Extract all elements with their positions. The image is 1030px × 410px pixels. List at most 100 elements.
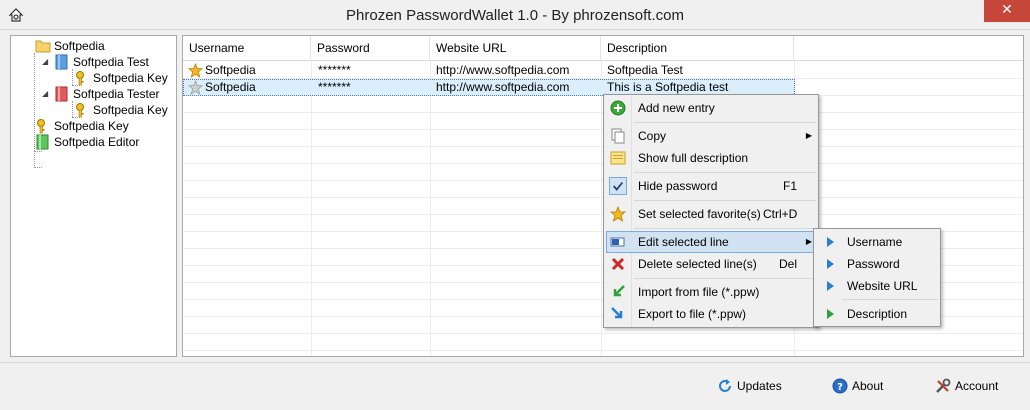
tree-connector bbox=[72, 69, 73, 85]
favorite-star-icon[interactable] bbox=[188, 80, 203, 95]
table-row[interactable]: Softpedia ******* http://www.softpedia.c… bbox=[183, 62, 795, 79]
tree-item-label: Softpedia Key bbox=[54, 119, 129, 133]
menu-separator bbox=[634, 122, 816, 123]
column-header-website-url[interactable]: Website URL bbox=[430, 36, 601, 61]
tree-connector bbox=[72, 101, 73, 117]
menu-item-label: Username bbox=[847, 235, 903, 249]
menu-edit-selected-line[interactable]: Edit selected line ▶ bbox=[606, 231, 818, 253]
import-icon bbox=[613, 285, 625, 297]
submenu-edit-username[interactable]: Username bbox=[816, 231, 940, 253]
menu-item-label: Description bbox=[847, 307, 908, 321]
column-header-description[interactable]: Description bbox=[601, 36, 794, 61]
menu-export-to-file[interactable]: Export to file (*.ppw) bbox=[606, 303, 818, 325]
favorite-star-icon[interactable] bbox=[188, 63, 203, 78]
cell-password: ******* bbox=[318, 80, 351, 94]
menu-item-label: Copy bbox=[638, 129, 667, 143]
submenu-arrow-icon: ▶ bbox=[805, 237, 812, 246]
account-label: Account bbox=[955, 379, 999, 393]
menu-shortcut: Ctrl+D bbox=[763, 207, 798, 221]
tree-item-label: Softpedia Tester bbox=[73, 87, 160, 101]
menu-copy[interactable]: Copy ▶ bbox=[606, 125, 818, 147]
updates-label: Updates bbox=[737, 379, 782, 393]
menu-delete-selected-lines[interactable]: Delete selected line(s) Del bbox=[606, 253, 818, 275]
grid-column-line bbox=[601, 61, 602, 356]
tree-connector bbox=[34, 167, 42, 168]
checked-state bbox=[609, 177, 627, 195]
key-icon bbox=[76, 71, 84, 86]
menu-item-label: Import from file (*.ppw) bbox=[638, 285, 760, 299]
menu-item-label: Password bbox=[847, 257, 900, 271]
export-icon bbox=[611, 307, 623, 319]
submenu-edit-password[interactable]: Password bbox=[816, 253, 940, 275]
edit-icon bbox=[610, 237, 625, 247]
menu-add-new-entry[interactable]: Add new entry bbox=[606, 97, 818, 119]
menu-item-label: Edit selected line bbox=[638, 235, 729, 249]
grid-header: Username Password Website URL Descriptio… bbox=[183, 36, 1023, 61]
window-title: Phrozen PasswordWallet 1.0 - By phrozens… bbox=[346, 7, 684, 24]
help-icon: ? bbox=[832, 378, 848, 394]
submenu-edit-website-url[interactable]: Website URL bbox=[816, 275, 940, 297]
grid-column-line bbox=[430, 61, 431, 356]
arrow-right-green-icon bbox=[827, 309, 834, 319]
menu-separator bbox=[634, 228, 816, 229]
tools-icon bbox=[936, 378, 951, 393]
tree-item-label: Softpedia Key bbox=[93, 103, 168, 117]
about-label: About bbox=[852, 379, 884, 393]
svg-text:?: ? bbox=[837, 382, 843, 393]
close-button[interactable]: ✕ bbox=[984, 0, 1030, 22]
grid-column-line bbox=[311, 61, 312, 356]
cell-url: http://www.softpedia.com bbox=[436, 80, 570, 94]
copy-icon bbox=[611, 128, 625, 144]
folder-red-icon bbox=[55, 86, 68, 102]
bottom-toolbar: Updates ? About Account bbox=[0, 362, 1030, 410]
edit-line-submenu: Username Password Website URL Descriptio… bbox=[813, 228, 941, 327]
column-header-username[interactable]: Username bbox=[183, 36, 311, 61]
delete-icon bbox=[611, 257, 625, 271]
star-icon bbox=[610, 206, 626, 222]
collapse-toggle-icon[interactable]: ◢ bbox=[42, 58, 50, 66]
arrow-right-icon bbox=[827, 237, 834, 247]
check-icon bbox=[612, 181, 624, 191]
cell-username: Softpedia bbox=[205, 63, 256, 77]
cell-password: ******* bbox=[318, 63, 351, 77]
key-icon bbox=[76, 103, 84, 118]
tree-item-label: Softpedia Editor bbox=[54, 135, 140, 149]
menu-item-label: Website URL bbox=[847, 279, 918, 293]
folder-green-icon bbox=[36, 134, 49, 150]
tree-connector bbox=[34, 151, 42, 152]
menu-hide-password[interactable]: Hide password F1 bbox=[606, 175, 818, 197]
tree-connector bbox=[34, 151, 35, 168]
menu-show-full-description[interactable]: Show full description bbox=[606, 147, 818, 169]
context-menu: Add new entry Copy ▶ Show full descripti… bbox=[603, 94, 819, 328]
grid-row-line bbox=[183, 333, 1023, 334]
tree-item-label: Softpedia bbox=[54, 39, 105, 53]
submenu-edit-description[interactable]: Description bbox=[816, 303, 940, 325]
menu-item-label: Hide password bbox=[638, 179, 718, 193]
note-icon bbox=[610, 151, 626, 165]
cell-description: Softpedia Test bbox=[607, 63, 683, 77]
refresh-icon bbox=[719, 379, 731, 392]
menu-item-label: Delete selected line(s) bbox=[638, 257, 757, 271]
arrow-right-icon bbox=[827, 259, 834, 269]
tree-item-label: Softpedia Test bbox=[73, 55, 149, 69]
add-icon bbox=[610, 100, 626, 116]
menu-set-selected-favorite[interactable]: Set selected favorite(s) Ctrl+D bbox=[606, 203, 818, 225]
cell-username: Softpedia bbox=[205, 80, 256, 94]
key-icon bbox=[37, 119, 45, 134]
menu-shortcut: Del bbox=[779, 257, 798, 271]
menu-item-label: Export to file (*.ppw) bbox=[638, 307, 747, 321]
tree-item-label: Softpedia Key bbox=[93, 71, 168, 85]
cell-url: http://www.softpedia.com bbox=[436, 63, 570, 77]
collapse-toggle-icon[interactable]: ◢ bbox=[42, 90, 50, 98]
submenu-arrow-icon: ▶ bbox=[805, 131, 812, 140]
menu-shortcut: F1 bbox=[783, 179, 798, 193]
menu-separator bbox=[634, 278, 816, 279]
menu-import-from-file[interactable]: Import from file (*.ppw) bbox=[606, 281, 818, 303]
title-bar: Phrozen PasswordWallet 1.0 - By phrozens… bbox=[0, 0, 1030, 30]
category-tree[interactable]: Softpedia ◢ Softpedia Test Softpedia Key… bbox=[10, 35, 177, 357]
menu-separator bbox=[634, 200, 816, 201]
folder-icon bbox=[35, 40, 51, 53]
column-header-password[interactable]: Password bbox=[311, 36, 430, 61]
grid-row-line bbox=[183, 350, 1023, 351]
arrow-right-icon bbox=[827, 281, 834, 291]
